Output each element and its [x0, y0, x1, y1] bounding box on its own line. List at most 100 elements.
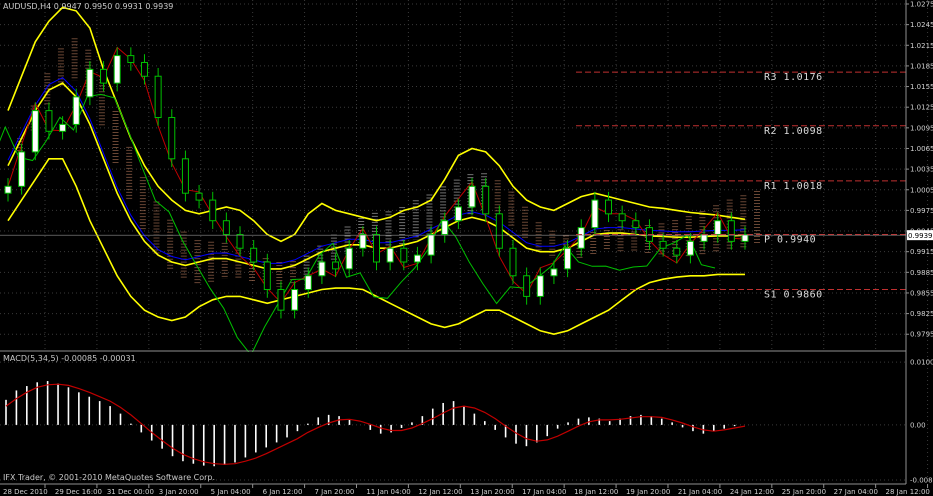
time-tick-label: 18 Jan 12:00 [574, 488, 618, 496]
price-tick-label: 1.0005 [910, 186, 933, 194]
candle-body [209, 199, 217, 222]
candle-body [386, 247, 394, 263]
price-tick-label: 1.0035 [910, 166, 933, 174]
time-tick-label: 28 Jan 12:00 [886, 488, 930, 496]
candle-body [250, 247, 258, 263]
candle-body [113, 55, 121, 84]
candle-body [564, 247, 572, 270]
symbol-header: AUDUSD,H4 0.9947 0.9950 0.9931 0.9939 [3, 2, 173, 11]
candle-body [605, 199, 613, 215]
candle-body [277, 289, 285, 311]
candle-body [4, 185, 12, 194]
time-tick-label: 28 Dec 2010 [3, 488, 48, 496]
candle-body [659, 240, 667, 249]
time-tick-label: 7 Jan 20:00 [314, 488, 354, 496]
candle-body [427, 233, 435, 256]
price-tick-label: 1.0125 [910, 104, 933, 112]
time-tick-label: 12 Jan 12:00 [418, 488, 462, 496]
candle-body [618, 213, 626, 222]
price-tick-label: 0.9825 [910, 310, 933, 318]
candle-body [332, 261, 340, 270]
candle-body [686, 240, 694, 256]
macd-axis: 0.01002 0.00 -0.0088 [910, 359, 933, 485]
time-tick-label: 29 Dec 16:00 [55, 488, 102, 496]
time-tick-label: 6 Jan 12:00 [263, 488, 303, 496]
candle-body [345, 247, 353, 270]
candle-body [181, 158, 189, 194]
pivot-label: R3 1.0176 [764, 72, 823, 83]
candle-body [222, 220, 230, 235]
candle-body [100, 68, 108, 84]
time-tick-label: 24 Jan 12:00 [730, 488, 774, 496]
candle-body [482, 185, 490, 215]
time-tick-label: 25 Jan 20:00 [782, 488, 826, 496]
candle-body [413, 254, 421, 263]
time-tick-label: 3 Jan 20:00 [159, 488, 199, 496]
candle-body [700, 233, 708, 242]
candle-body [86, 68, 94, 98]
time-tick-label: 21 Jan 04:00 [678, 488, 722, 496]
price-tick-label: 0.9885 [910, 269, 933, 277]
candle-body [673, 247, 681, 256]
candle-body [195, 192, 203, 201]
pivot-label: P 0.9940 [764, 234, 816, 245]
candle-body [536, 275, 544, 297]
candle-body [591, 199, 599, 229]
candle-body [72, 96, 80, 125]
candle-body [127, 55, 135, 63]
price-tick-label: 1.0245 [910, 21, 933, 29]
candle-body [236, 233, 244, 249]
pivot-label: R1 1.0018 [764, 181, 823, 192]
price-tick-label: 0.9795 [910, 331, 933, 339]
candle-body [741, 233, 749, 242]
chart-root[interactable]: R3 1.0176 R2 1.0098 R1 1.0018 P 0.9940 S1 0.… [0, 0, 933, 496]
candle-body [359, 233, 367, 249]
time-tick-label: 11 Jan 04:00 [366, 488, 410, 496]
time-tick-label: 17 Jan 04:00 [522, 488, 566, 496]
time-axis: 28 Dec 2010 29 Dec 16:00 31 Dec 00:00 3 Jan… [3, 484, 930, 496]
candle-body [373, 233, 380, 263]
price-tick-label: 1.0215 [910, 42, 933, 50]
macd-tick-label: -0.0088 [910, 477, 933, 485]
candle-body [154, 75, 162, 119]
candle-body [400, 247, 408, 263]
candle-body [727, 220, 735, 242]
price-tick-label: 0.9855 [910, 289, 933, 297]
candle-body [59, 123, 67, 132]
price-tick-label: 1.0185 [910, 62, 933, 70]
candle-body [577, 227, 585, 249]
candle-body [454, 206, 462, 222]
time-tick-label: 5 Jan 04:00 [211, 488, 251, 496]
macd-tick-label: 0.00 [910, 421, 926, 429]
candle-body [714, 220, 722, 235]
price-tick-label: 0.9975 [910, 207, 933, 215]
price-tick-label: 1.0065 [910, 145, 933, 153]
price-tick-label: 0.9915 [910, 248, 933, 256]
macd-tick-label: 0.01002 [910, 359, 933, 367]
price-tick-label: 1.0095 [910, 124, 933, 132]
candle-body [318, 261, 326, 277]
candle-body [291, 289, 299, 311]
copyright: IFX Trader, © 2001-2010 MetaQuotes Softw… [3, 473, 215, 482]
time-tick-label: 19 Jan 20:00 [626, 488, 670, 496]
candle-body [304, 275, 312, 291]
candle-body [523, 275, 531, 297]
candle-body [509, 247, 517, 277]
candle-body [140, 61, 148, 77]
candle-body [31, 110, 39, 153]
price-tick-label: 1.0275 [910, 1, 933, 9]
price-tick-label: 1.0155 [910, 83, 933, 91]
time-tick-label: 27 Jan 04:00 [834, 488, 878, 496]
pivot-label: S1 0.9860 [764, 290, 823, 301]
candle-body [468, 185, 476, 208]
candle-body [441, 220, 449, 235]
candle-body [18, 151, 26, 187]
candle-body [550, 268, 558, 277]
pivot-label: R2 1.0098 [764, 126, 823, 137]
candle-body [168, 117, 176, 160]
time-tick-label: 31 Dec 00:00 [107, 488, 154, 496]
macd-header: MACD(5,34,5) -0.00085 -0.00031 [3, 354, 136, 363]
candle-body [45, 110, 53, 132]
candle-body [263, 261, 271, 291]
candle-body [632, 220, 640, 229]
